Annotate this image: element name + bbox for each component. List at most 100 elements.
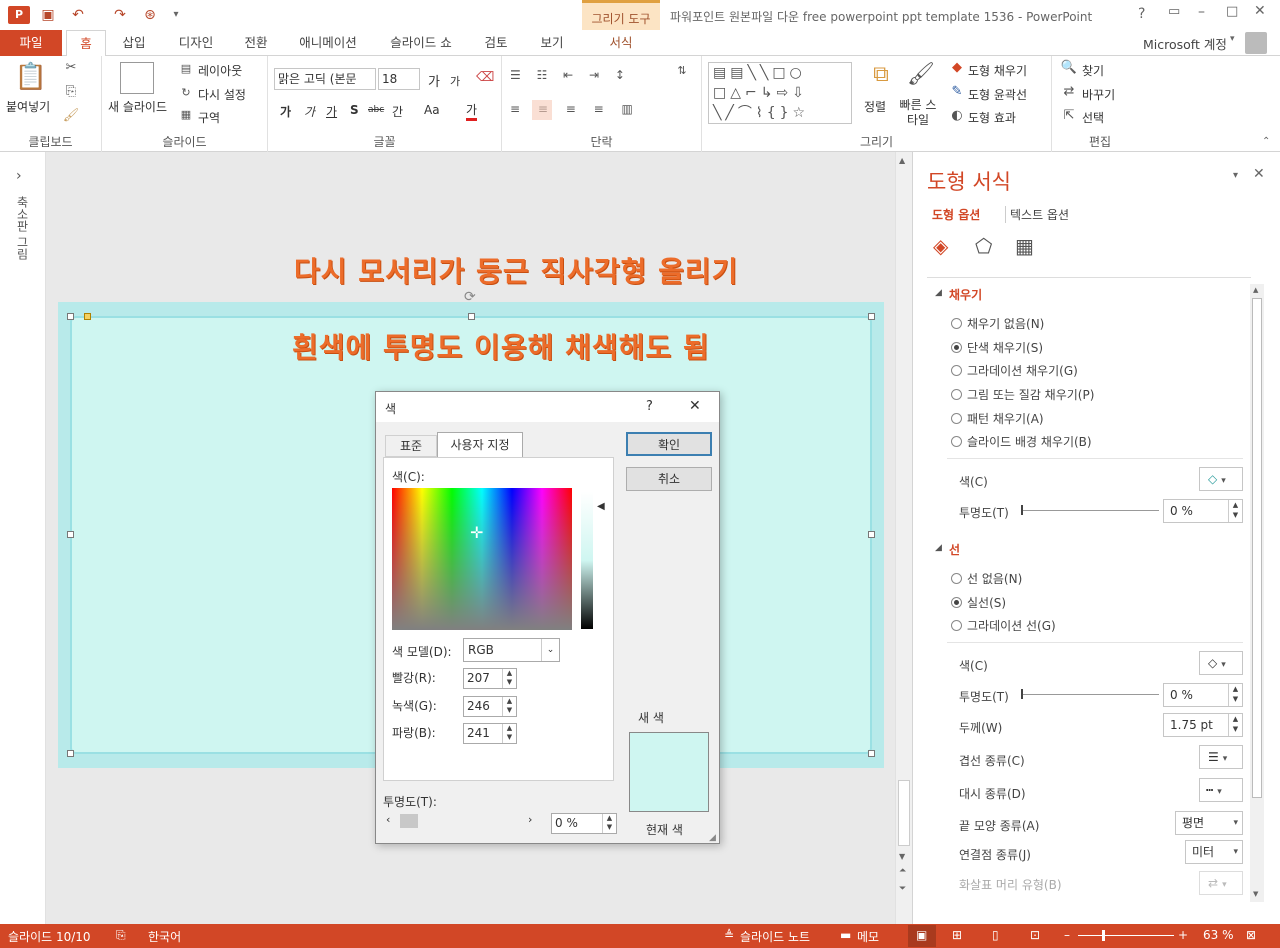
width-spinner[interactable]: 1.75 pt ▲ ▼: [1163, 713, 1243, 737]
cancel-button[interactable]: 취소: [626, 467, 712, 491]
line-option-label[interactable]: 실선(S): [967, 594, 1006, 611]
line-radio[interactable]: [951, 597, 962, 608]
compound-type-select[interactable]: ☰ ▾: [1199, 745, 1243, 769]
resize-handle[interactable]: [868, 750, 875, 757]
dialog-help-icon[interactable]: ?: [646, 399, 653, 414]
quick-styles-button[interactable]: 빠른 스타일: [898, 98, 938, 128]
blue-spinner[interactable]: 241 ▲ ▼: [463, 723, 517, 744]
line-radio[interactable]: [951, 620, 962, 631]
canvas-scrollbar[interactable]: ▲ ▼ ⏶ ⏷: [895, 152, 912, 924]
fill-section-title[interactable]: 채우기: [949, 286, 982, 303]
scroll-up-icon[interactable]: ▲: [1253, 286, 1258, 294]
line-transparency-spinner[interactable]: 0 % ▲ ▼: [1163, 683, 1243, 707]
scroll-down-icon[interactable]: ▼: [899, 852, 905, 861]
luminance-slider[interactable]: [581, 492, 593, 629]
resize-handle[interactable]: [868, 531, 875, 538]
tab-format[interactable]: 서식: [590, 30, 652, 56]
maximize-icon[interactable]: □: [1226, 4, 1238, 19]
spinner-arrows-icon[interactable]: ▲ ▼: [502, 697, 516, 716]
pane-options-icon[interactable]: ▾: [1233, 170, 1238, 181]
tab-standard[interactable]: 표준: [385, 435, 437, 457]
spinner-arrows-icon[interactable]: ▲ ▼: [1228, 714, 1242, 736]
rotate-handle-icon[interactable]: ⟳: [464, 289, 476, 305]
customize-qat-icon[interactable]: ▾: [166, 6, 186, 24]
reset-button[interactable]: 다시 설정: [198, 86, 246, 103]
tab-home[interactable]: 홈: [66, 30, 106, 57]
tab-review[interactable]: 검토: [474, 30, 518, 56]
arrange-button[interactable]: 정렬: [864, 98, 886, 115]
spinner-arrows-icon[interactable]: ▲ ▼: [502, 669, 516, 688]
fill-option-label[interactable]: 슬라이드 배경 채우기(B): [967, 433, 1092, 450]
resize-handle[interactable]: [67, 531, 74, 538]
shape-outline-button[interactable]: 도형 윤곽선: [968, 86, 1027, 103]
tab-file[interactable]: 파일: [0, 30, 62, 56]
ok-button[interactable]: 확인: [626, 432, 712, 456]
font-name-combo[interactable]: 맑은 고딕 (본문: [274, 68, 376, 90]
scroll-up-icon[interactable]: ▲: [899, 156, 905, 165]
zoom-in-icon[interactable]: +: [1178, 928, 1188, 942]
next-slide-icon[interactable]: ⏷: [899, 884, 906, 894]
fill-option-label[interactable]: 채우기 없음(N): [967, 315, 1044, 332]
copy-icon[interactable]: ⎘: [62, 84, 80, 99]
tab-shape-options[interactable]: 도형 옵션: [932, 206, 980, 223]
paste-icon[interactable]: 📋: [14, 62, 48, 96]
fill-option-label[interactable]: 패턴 채우기(A): [967, 410, 1044, 427]
slider-thumb[interactable]: [400, 814, 418, 828]
slider-thumb[interactable]: [1021, 505, 1023, 515]
change-case-button[interactable]: Aa: [424, 103, 440, 117]
fill-radio[interactable]: [951, 318, 962, 329]
scroll-thumb[interactable]: [1252, 298, 1262, 798]
color-spectrum[interactable]: [392, 488, 572, 630]
collapse-fill-icon[interactable]: ◢: [935, 288, 942, 298]
line-transparency-slider[interactable]: [1021, 694, 1159, 695]
shape-fill-button[interactable]: 도형 채우기: [968, 62, 1027, 79]
fill-transparency-slider[interactable]: [1021, 510, 1159, 511]
minimize-icon[interactable]: –: [1198, 4, 1205, 20]
prev-slide-icon[interactable]: ⏶: [899, 866, 906, 876]
grow-font-button[interactable]: 가: [428, 71, 440, 90]
dash-type-select[interactable]: ┅ ▾: [1199, 778, 1243, 802]
shadow-button[interactable]: S: [350, 103, 359, 117]
fill-transparency-spinner[interactable]: 0 % ▲ ▼: [1163, 499, 1243, 523]
spinner-arrows-icon[interactable]: ▲ ▼: [1228, 684, 1242, 706]
italic-button[interactable]: 가: [304, 103, 315, 120]
line-option-label[interactable]: 선 없음(N): [967, 570, 1022, 587]
transparency-spinner[interactable]: 0 % ▲ ▼: [551, 813, 617, 834]
tab-slideshow[interactable]: 슬라이드 쇼: [380, 30, 462, 56]
slide-heading-1[interactable]: 다시 모서리가 둥근 직사각형 올리기: [294, 250, 738, 290]
line-color-picker[interactable]: ◇ ▾: [1199, 651, 1243, 675]
zoom-thumb[interactable]: [1102, 930, 1105, 941]
close-window-icon[interactable]: ✕: [1254, 3, 1266, 19]
scroll-down-icon[interactable]: ▼: [1253, 890, 1258, 898]
pane-scrollbar[interactable]: ▲ ▼: [1250, 284, 1264, 902]
line-section-title[interactable]: 선: [949, 541, 960, 558]
underline-button[interactable]: 가: [326, 103, 337, 120]
shape-effects-button[interactable]: 도형 효과: [968, 109, 1016, 126]
find-button[interactable]: 찾기: [1082, 62, 1104, 79]
size-properties-icon[interactable]: ▦: [1015, 234, 1034, 258]
chevron-down-icon[interactable]: ▾: [1233, 812, 1238, 834]
reading-view-icon[interactable]: ▯: [992, 928, 999, 942]
zoom-level[interactable]: 63 %: [1203, 928, 1234, 942]
green-spinner[interactable]: 246 ▲ ▼: [463, 696, 517, 717]
account-link[interactable]: Microsoft 계정: [1143, 34, 1227, 53]
spinner-arrows-icon[interactable]: ▲ ▼: [1228, 500, 1242, 522]
tab-transitions[interactable]: 전환: [234, 30, 278, 56]
expand-thumbnails-icon[interactable]: ›: [16, 168, 22, 184]
tab-insert[interactable]: 삽입: [112, 30, 156, 56]
zoom-out-icon[interactable]: –: [1064, 928, 1070, 942]
join-type-select[interactable]: 미터 ▾: [1185, 840, 1243, 864]
fill-option-label[interactable]: 그림 또는 질감 채우기(P): [967, 386, 1094, 403]
format-painter-icon[interactable]: 🖌: [62, 108, 80, 123]
fill-radio[interactable]: [951, 389, 962, 400]
clear-format-icon[interactable]: ⌫: [476, 70, 494, 85]
text-direction-icon[interactable]: ⇅: [670, 64, 694, 77]
paste-button[interactable]: 붙여넣기: [6, 98, 50, 115]
red-spinner[interactable]: 207 ▲ ▼: [463, 668, 517, 689]
zoom-slider[interactable]: [1078, 935, 1174, 936]
spinner-arrows-icon[interactable]: ▲ ▼: [502, 724, 516, 743]
collapse-line-icon[interactable]: ◢: [935, 543, 942, 553]
slideshow-start-icon[interactable]: ⊛: [140, 6, 160, 24]
strikethrough-button[interactable]: abc: [368, 105, 384, 115]
account-chevron-icon[interactable]: ▾: [1230, 34, 1235, 44]
